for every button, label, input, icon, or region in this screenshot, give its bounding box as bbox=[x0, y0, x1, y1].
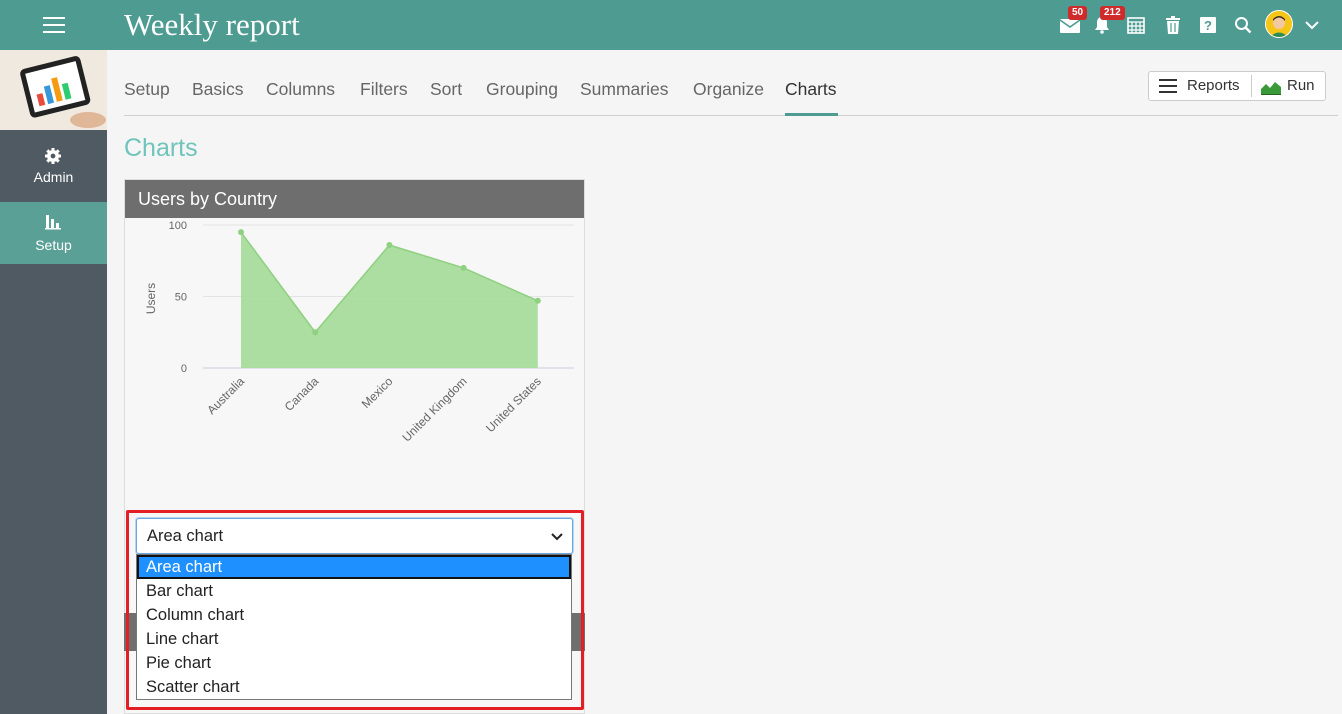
area-chart-icon bbox=[1261, 82, 1281, 95]
user-menu-toggle[interactable] bbox=[1298, 11, 1326, 39]
data-point bbox=[386, 242, 393, 249]
y-tick-label: 100 bbox=[169, 220, 187, 232]
trash-icon bbox=[1166, 16, 1180, 34]
chart-type-dropdown: Area chart Bar chart Column chart Line c… bbox=[136, 554, 572, 700]
sidebar: Admin Setup bbox=[0, 50, 107, 714]
sidebar-item-admin[interactable]: Admin bbox=[0, 130, 107, 192]
section-heading: Charts bbox=[124, 134, 198, 162]
report-illustration bbox=[0, 50, 107, 130]
area-series bbox=[241, 232, 538, 368]
search-icon bbox=[1235, 17, 1252, 34]
x-tick-label: Australia bbox=[204, 374, 247, 417]
trash-button[interactable] bbox=[1159, 11, 1187, 39]
area-chart: 0 50 100 Users Australia Canada Mexico United K… bbox=[144, 220, 574, 445]
chart-type-value: Area chart bbox=[147, 527, 224, 545]
data-point bbox=[312, 329, 319, 336]
option-area-chart[interactable]: Area chart bbox=[137, 555, 571, 579]
tab-organize[interactable]: Organize bbox=[693, 79, 764, 100]
y-tick-label: 0 bbox=[181, 363, 187, 375]
search-button[interactable] bbox=[1229, 11, 1257, 39]
data-point bbox=[534, 297, 541, 304]
option-scatter-chart[interactable]: Scatter chart bbox=[137, 675, 571, 699]
tab-summaries[interactable]: Summaries bbox=[580, 79, 669, 100]
option-bar-chart[interactable]: Bar chart bbox=[137, 579, 571, 603]
top-bar: Weekly report 50 212 ? bbox=[0, 0, 1342, 50]
chart-type-select[interactable]: Area chart bbox=[136, 518, 573, 554]
x-tick-label: United Kingdom bbox=[399, 374, 469, 444]
tab-columns[interactable]: Columns bbox=[266, 79, 335, 100]
notifications-button[interactable]: 212 bbox=[1088, 6, 1125, 39]
tab-basics[interactable]: Basics bbox=[192, 79, 244, 100]
report-toolbar: Reports Run bbox=[1148, 71, 1326, 101]
menu-button[interactable] bbox=[0, 0, 107, 50]
svg-text:?: ? bbox=[1204, 18, 1212, 33]
chevron-down-icon bbox=[1305, 21, 1319, 30]
active-tab-indicator bbox=[785, 113, 838, 116]
user-avatar-icon bbox=[1266, 11, 1292, 37]
hamburger-icon bbox=[42, 17, 65, 33]
chevron-down-icon bbox=[551, 533, 563, 541]
sidebar-item-setup[interactable]: Setup bbox=[0, 202, 107, 264]
tabs-divider bbox=[124, 115, 1338, 116]
y-axis-label: Users bbox=[144, 283, 158, 314]
y-tick-label: 50 bbox=[175, 292, 187, 304]
tab-charts[interactable]: Charts bbox=[785, 79, 837, 100]
reports-button[interactable]: Reports bbox=[1149, 72, 1251, 100]
chart-card-title: Users by Country bbox=[125, 180, 584, 218]
x-tick-label: Canada bbox=[282, 374, 322, 414]
bar-chart-icon bbox=[45, 215, 61, 230]
notifications-badge: 212 bbox=[1100, 6, 1125, 20]
run-label: Run bbox=[1287, 77, 1315, 94]
help-icon: ? bbox=[1200, 17, 1216, 33]
data-point bbox=[238, 229, 244, 236]
list-icon bbox=[1159, 79, 1177, 93]
x-tick-label: United States bbox=[483, 374, 544, 435]
tab-setup[interactable]: Setup bbox=[124, 79, 170, 100]
tab-grouping[interactable]: Grouping bbox=[486, 79, 558, 100]
avatar[interactable] bbox=[1265, 10, 1293, 38]
reports-label: Reports bbox=[1187, 77, 1240, 94]
calendar-button[interactable] bbox=[1122, 11, 1150, 39]
sidebar-item-label: Admin bbox=[33, 169, 74, 185]
option-pie-chart[interactable]: Pie chart bbox=[137, 651, 571, 675]
sidebar-item-label: Setup bbox=[35, 237, 72, 253]
calendar-icon bbox=[1127, 17, 1145, 34]
x-tick-label: Mexico bbox=[359, 374, 396, 411]
tab-sort[interactable]: Sort bbox=[430, 79, 462, 100]
gear-icon bbox=[45, 148, 61, 164]
run-button[interactable]: Run bbox=[1252, 72, 1326, 100]
messages-badge: 50 bbox=[1068, 6, 1088, 20]
page-title: Weekly report bbox=[124, 7, 300, 42]
tab-filters[interactable]: Filters bbox=[360, 79, 408, 100]
help-button[interactable]: ? bbox=[1194, 11, 1222, 39]
option-column-chart[interactable]: Column chart bbox=[137, 603, 571, 627]
messages-button[interactable]: 50 bbox=[1056, 6, 1088, 39]
data-point bbox=[460, 264, 467, 271]
option-line-chart[interactable]: Line chart bbox=[137, 627, 571, 651]
